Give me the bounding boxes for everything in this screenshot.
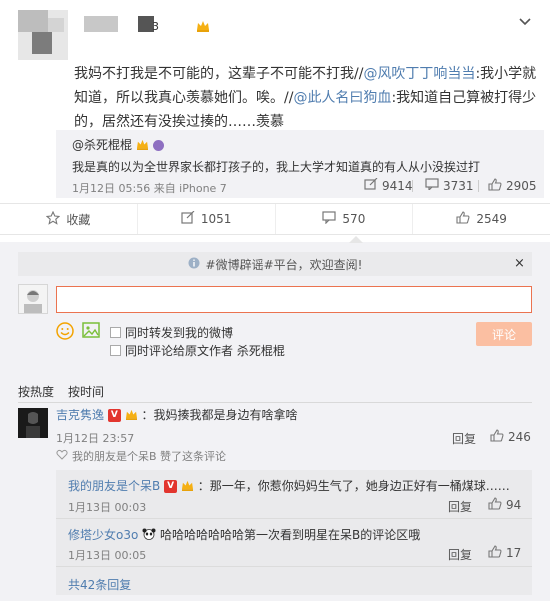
reposted-weibo: @杀死棍棍 我是真的以为全世界家长都打孩子的，我上大学才知道真的有人从小没挨过打…	[56, 130, 544, 198]
my-avatar[interactable]	[18, 284, 48, 314]
reply-button[interactable]: 回复	[448, 546, 472, 563]
like-count[interactable]: 2905	[488, 178, 537, 194]
thumbs-up-icon	[456, 211, 470, 227]
reply-like-button[interactable]: 94	[488, 497, 521, 513]
comment-count[interactable]: 3731	[425, 178, 474, 193]
reply-user[interactable]: 我的朋友是个呆B	[68, 479, 160, 493]
author-name-suffix: 3	[152, 20, 159, 33]
post-text-segment: 我妈不打我是不可能的，这辈子不可能不打我//	[74, 66, 364, 82]
reply-time: 1月13日 00:03	[68, 501, 147, 514]
panda-emoji-icon	[142, 528, 156, 543]
comment-to-author-checkbox[interactable]: 同时评论给原文作者 杀死棍棍	[110, 342, 285, 359]
repost-icon	[181, 210, 195, 227]
like-button[interactable]: 2549	[413, 204, 550, 234]
vip-crown-icon	[125, 409, 138, 423]
reply-user[interactable]: 修塔少女o3o	[68, 528, 138, 542]
repost-to-my-weibo-checkbox[interactable]: 同时转发到我的微博	[110, 324, 233, 341]
like-count-label: 2549	[476, 212, 507, 226]
thumbs-up-icon	[488, 497, 502, 513]
comment-button[interactable]: 570	[276, 204, 414, 234]
author-name-blurred[interactable]	[84, 16, 154, 32]
repost-author[interactable]: @杀死棍棍	[72, 136, 164, 153]
reply-list: 我的朋友是个呆B V ：那一年，你惹你妈妈生气了，她身边正好有一桶煤球…… 1月…	[56, 470, 532, 595]
divider	[56, 566, 532, 567]
submit-comment-button[interactable]: 评论	[476, 322, 532, 346]
vip-crown-icon	[136, 139, 149, 153]
star-icon	[46, 210, 61, 228]
tab-sort-time[interactable]: 按时间	[68, 383, 104, 400]
repost-count-value: 9414	[382, 178, 413, 193]
liked-heart-icon	[56, 449, 68, 463]
thumbs-up-icon	[488, 178, 502, 194]
repost-count-label: 1051	[200, 212, 232, 226]
thumbs-up-icon	[488, 545, 502, 561]
rumor-notice[interactable]: #微博辟谣#平台，欢迎查阅!	[18, 252, 532, 276]
verified-v-icon: V	[107, 409, 121, 422]
repost-author-name[interactable]: @杀死棍棍	[72, 138, 132, 152]
mention-link[interactable]: @风吹丁丁响当当	[363, 66, 475, 82]
comment-count-value: 3731	[443, 178, 474, 193]
vip-crown-icon	[196, 20, 210, 36]
liked-by-text: 我的朋友是个呆B 赞了这条评论	[72, 450, 227, 463]
member-badge-icon	[152, 140, 164, 151]
info-icon	[188, 257, 200, 272]
comment-like-button[interactable]: 246	[490, 429, 531, 445]
favorite-label: 收藏	[66, 212, 91, 227]
comment-like-count: 246	[508, 430, 531, 444]
repost-text: 我是真的以为全世界家长都打孩子的，我上大学才知道真的有人从小没挨过打	[72, 160, 481, 174]
reply-time: 1月13日 00:05	[68, 549, 147, 562]
comment-icon	[425, 178, 439, 193]
reply-button[interactable]: 回复	[448, 498, 472, 515]
commenter-name[interactable]: 吉克隽逸	[56, 408, 104, 422]
action-bar: 收藏 1051 570 2549	[0, 203, 550, 235]
comment-count-label: 570	[342, 212, 366, 226]
close-icon[interactable]: ×	[514, 256, 525, 271]
post-text: 我妈不打我是不可能的，这辈子不可能不打我//@风吹丁丁响当当:我小学就知道，所以…	[74, 62, 539, 134]
comment-body: 吉克隽逸 V ：我妈揍我都是身边有啥拿啥	[56, 406, 298, 423]
reply-like-button[interactable]: 17	[488, 545, 521, 561]
image-icon[interactable]	[82, 322, 100, 342]
comment-caret	[349, 236, 363, 243]
reply-like-count: 17	[506, 546, 522, 560]
reply-text: ：那一年，你惹你妈妈生气了，她身边正好有一桶煤球……	[197, 479, 510, 493]
reply-like-count: 94	[506, 498, 522, 512]
reply-button[interactable]: 回复	[452, 430, 476, 447]
tab-sort-hot[interactable]: 按热度	[18, 383, 54, 400]
comment-icon	[322, 211, 337, 227]
chevron-down-icon[interactable]	[518, 14, 532, 28]
view-all-replies-link[interactable]: 共42条回复	[68, 576, 131, 593]
like-count-value: 2905	[506, 179, 537, 193]
thumbs-up-icon	[490, 429, 504, 445]
comment-input[interactable]	[56, 286, 532, 313]
notice-text: #微博辟谣#平台，欢迎查阅!	[205, 257, 363, 272]
reply-body: 修塔少女o3o 哈哈哈哈哈哈哈第一次看到明星在呆B的评论区哦	[68, 526, 420, 543]
mention-link[interactable]: @此人名曰狗血	[293, 90, 391, 106]
reply-body: 我的朋友是个呆B V ：那一年，你惹你妈妈生气了，她身边正好有一桶煤球……	[68, 477, 510, 494]
reply-text: 哈哈哈哈哈哈哈第一次看到明星在呆B的评论区哦	[159, 528, 421, 542]
checkbox-label: 同时评论给原文作者 杀死棍棍	[125, 344, 285, 358]
emoji-icon[interactable]	[56, 322, 74, 344]
divider	[18, 402, 532, 403]
verified-v-icon: V	[164, 480, 178, 493]
comment-time: 1月12日 23:57	[56, 432, 135, 445]
repost-icon	[364, 177, 378, 193]
commenter-avatar[interactable]	[18, 408, 48, 438]
repost-button[interactable]: 1051	[138, 204, 276, 234]
checkbox-box[interactable]	[110, 345, 121, 356]
liked-by-notice: 我的朋友是个呆B 赞了这条评论	[56, 448, 226, 464]
author-avatar[interactable]	[18, 10, 68, 60]
favorite-button[interactable]: 收藏	[0, 204, 138, 234]
checkbox-label: 同时转发到我的微博	[125, 326, 234, 340]
repost-meta[interactable]: 1月12日 05:56 来自 iPhone 7	[72, 180, 227, 196]
repost-count[interactable]: 9414	[364, 177, 413, 193]
vip-crown-icon	[181, 480, 194, 494]
checkbox-box[interactable]	[110, 327, 121, 338]
divider	[56, 518, 532, 519]
comment-text: ：我妈揍我都是身边有啥拿啥	[141, 408, 298, 422]
comment-sort-tabs: 按热度 按时间	[18, 383, 104, 400]
